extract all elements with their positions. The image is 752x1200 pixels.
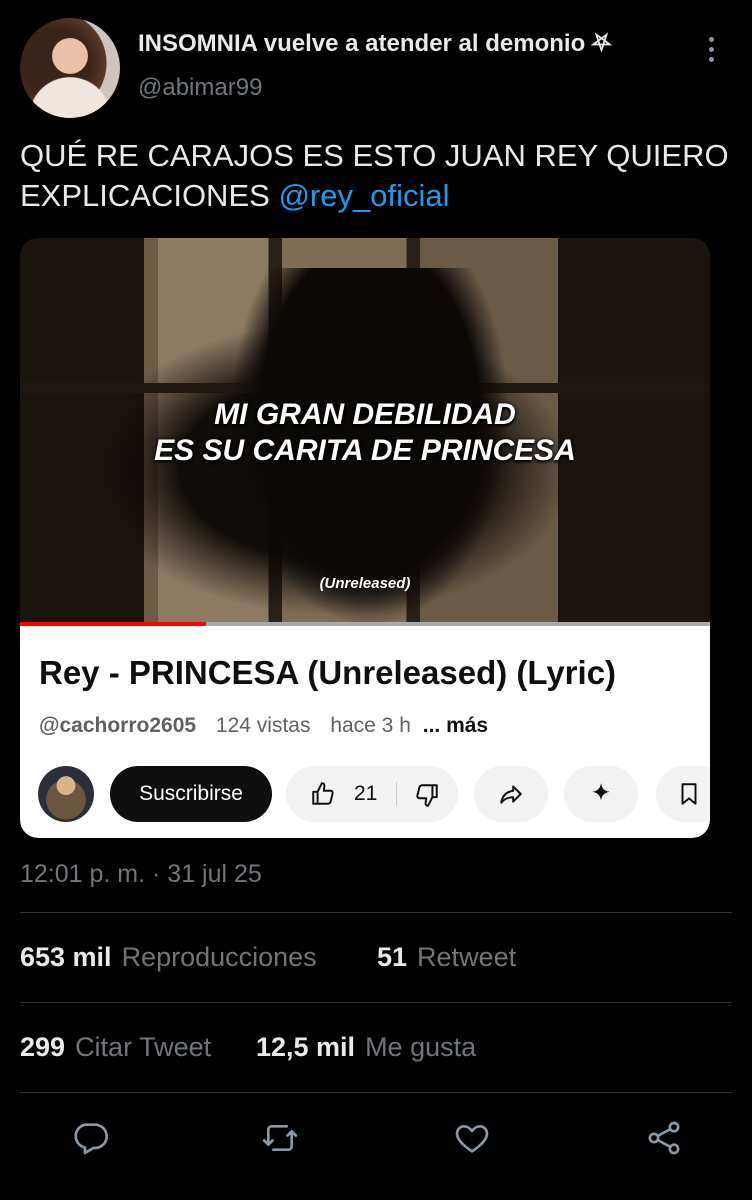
video-watermark: (Unreleased) — [319, 575, 411, 592]
divider — [20, 1092, 732, 1093]
channel-avatar[interactable] — [38, 766, 94, 822]
lyric-line-2: ES SU CARITA DE PRINCESA — [154, 434, 576, 467]
video-title[interactable]: Rey - PRINCESA (Unreleased) (Lyric) — [39, 654, 616, 692]
video-meta: @cachorro2605 124 vistas hace 3 h ... má… — [39, 714, 502, 738]
likes-count: 12,5 mil — [256, 1032, 356, 1062]
share-icon[interactable] — [644, 1118, 684, 1158]
mention-link[interactable]: @rey_oficial — [278, 178, 449, 213]
like-divider — [396, 782, 397, 806]
like-icon[interactable] — [452, 1118, 492, 1158]
quotes-count: 299 — [20, 1032, 66, 1062]
upload-age: hace 3 h — [330, 714, 411, 737]
quotes-stat[interactable]: 299 Citar Tweet — [20, 1032, 211, 1063]
retweets-label: Retweet — [417, 942, 517, 972]
lyric-line-1: MI GRAN DEBILIDAD — [214, 398, 516, 431]
retweets-count: 51 — [377, 942, 408, 972]
author-handle[interactable]: @abimar99 — [138, 74, 262, 102]
save-button[interactable] — [656, 766, 710, 822]
author-avatar[interactable] — [20, 18, 120, 118]
sparkle-icon — [592, 783, 610, 801]
likes-label: Me gusta — [365, 1032, 477, 1062]
retweets-stat[interactable]: 51 Retweet — [377, 942, 516, 973]
like-count: 21 — [354, 782, 378, 805]
views-stat[interactable]: 653 mil Reproducciones — [20, 942, 317, 973]
thumbs-up-icon[interactable] — [310, 781, 336, 807]
media-card[interactable]: MI GRAN DEBILIDAD ES SU CARITA DE PRINCE… — [20, 238, 710, 838]
divider — [20, 912, 732, 913]
youtube-info-panel: Rey - PRINCESA (Unreleased) (Lyric) @cac… — [20, 626, 710, 838]
channel-handle[interactable]: @cachorro2605 — [39, 714, 196, 737]
retweet-icon[interactable] — [260, 1118, 300, 1158]
divider — [20, 1002, 732, 1003]
views-label: Reproducciones — [121, 942, 317, 972]
views-count: 653 mil — [20, 942, 112, 972]
likes-stat[interactable]: 12,5 mil Me gusta — [256, 1032, 476, 1063]
quotes-label: Citar Tweet — [75, 1032, 212, 1062]
tweet-text: QUÉ RE CARAJOS ES ESTO JUAN REY QUIERO E… — [20, 136, 745, 216]
tweet-timestamp[interactable]: 12:01 p. m. · 31 jul 25 — [20, 860, 262, 889]
subscribe-button[interactable]: Suscribirse — [110, 766, 272, 822]
bookmark-icon — [681, 783, 697, 805]
yt-share-button[interactable] — [474, 766, 548, 822]
share-arrow-icon — [500, 785, 522, 804]
more-link[interactable]: ... más — [423, 714, 488, 737]
like-dislike-button[interactable]: 21 — [286, 766, 458, 822]
reply-icon[interactable] — [70, 1118, 110, 1158]
thumbs-down-icon[interactable] — [414, 782, 440, 808]
author-display-name[interactable]: INSOMNIA vuelve a atender al demonio ⛧ — [138, 30, 611, 58]
ask-ai-button[interactable] — [564, 766, 638, 822]
view-count: 124 vistas — [215, 714, 311, 737]
more-options-icon[interactable] — [700, 34, 722, 74]
video-player[interactable]: MI GRAN DEBILIDAD ES SU CARITA DE PRINCE… — [20, 238, 710, 628]
